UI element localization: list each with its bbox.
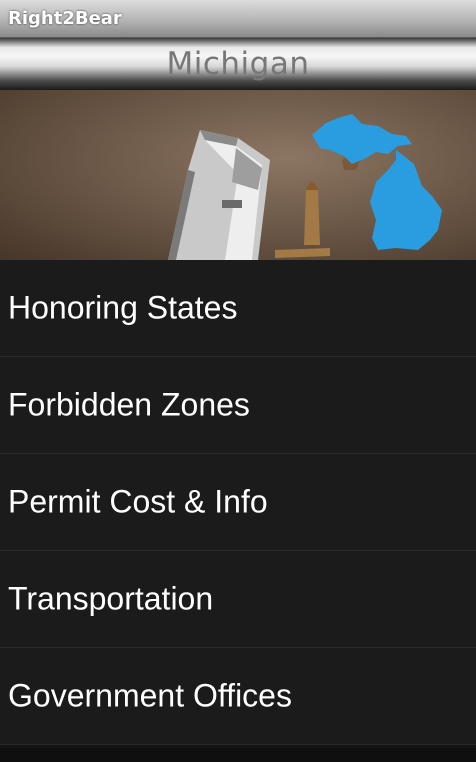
menu-item-label: Honoring States	[8, 289, 238, 326]
michigan-map-icon	[312, 114, 442, 250]
list-bottom-edge	[0, 748, 476, 762]
app-title: Right2Bear	[8, 8, 122, 29]
menu-item-label: Government Offices	[8, 677, 292, 714]
state-hero-image	[0, 90, 476, 260]
menu-item-honoring-states[interactable]: Honoring States	[0, 260, 476, 357]
menu-item-permit-cost-info[interactable]: Permit Cost & Info	[0, 454, 476, 551]
bullet-graphic	[275, 156, 360, 258]
menu-item-label: Permit Cost & Info	[8, 483, 268, 520]
menu-item-government-offices[interactable]: Government Offices	[0, 648, 476, 745]
menu-item-forbidden-zones[interactable]: Forbidden Zones	[0, 357, 476, 454]
menu-item-transportation[interactable]: Transportation	[0, 551, 476, 648]
state-header: Michigan	[0, 38, 476, 90]
app-title-bar: Right2Bear	[0, 0, 476, 38]
menu-item-label: Transportation	[8, 580, 214, 617]
state-name: Michigan	[166, 46, 310, 82]
pistol-graphic	[168, 130, 270, 260]
hero-illustration	[168, 114, 442, 260]
menu-list: Honoring States Forbidden Zones Permit C…	[0, 260, 476, 745]
menu-item-label: Forbidden Zones	[8, 386, 250, 423]
